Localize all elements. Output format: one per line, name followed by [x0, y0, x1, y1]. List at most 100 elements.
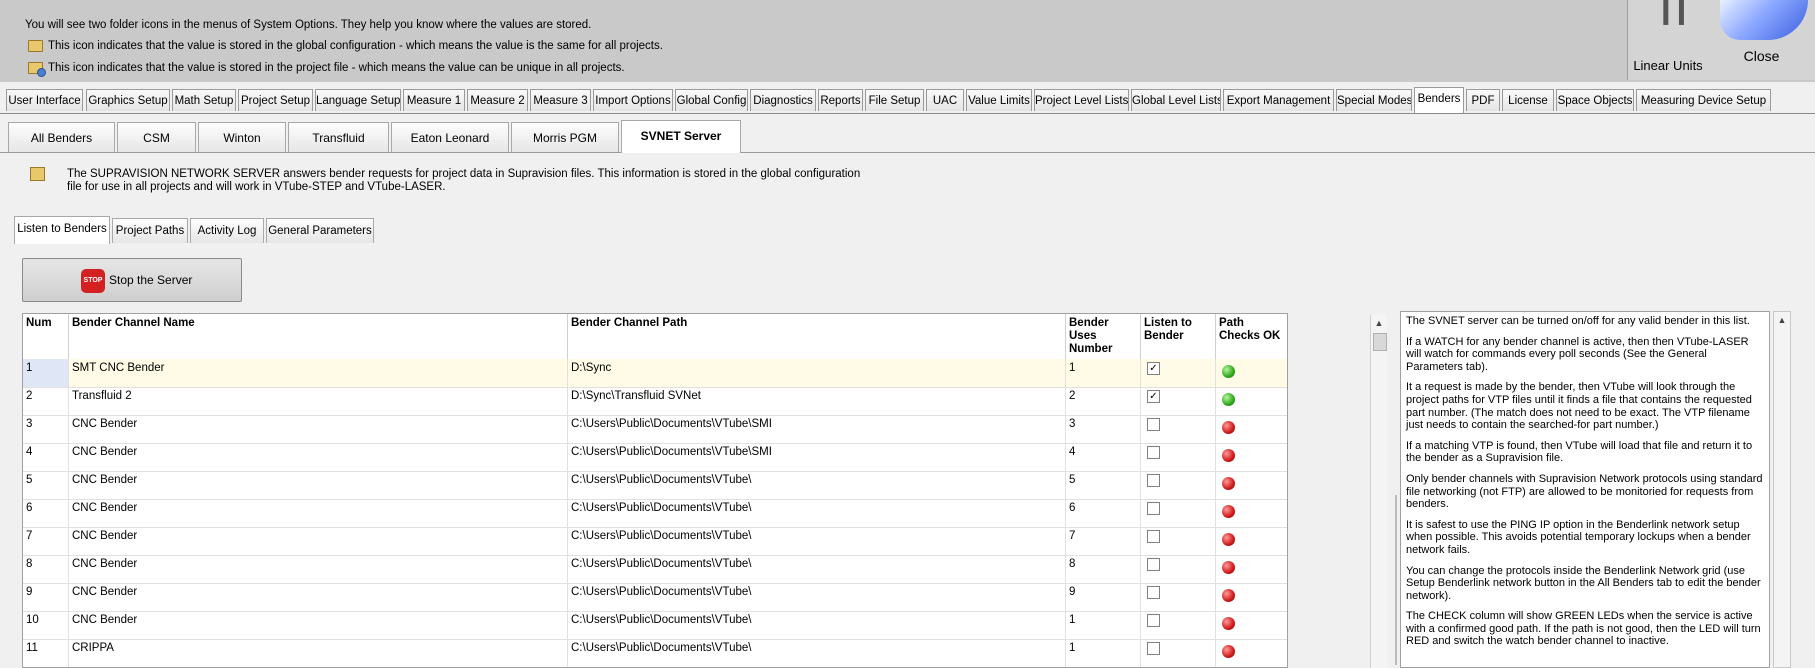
table-row[interactable]: 11 CRIPPA C:\Users\Public\Documents\VTube\… — [23, 639, 1287, 667]
row-channel-name[interactable]: CNC Bender — [69, 415, 568, 443]
row-channel-path[interactable]: C:\Users\Public\Documents\VTube\ — [568, 471, 1066, 499]
row-uses-number[interactable]: 1 — [1066, 639, 1141, 667]
listen-checkbox[interactable]: ✓ — [1147, 390, 1160, 403]
row-channel-path[interactable]: C:\Users\Public\Documents\VTube\SMI — [568, 443, 1066, 471]
row-channel-path[interactable]: C:\Users\Public\Documents\VTube\SMI — [568, 415, 1066, 443]
tab-listen-to-benders[interactable]: Listen to Benders — [14, 216, 110, 244]
tab-math-setup[interactable]: Math Setup — [172, 89, 236, 111]
row-channel-path[interactable]: C:\Users\Public\Documents\VTube\ — [568, 639, 1066, 667]
scroll-thumb[interactable] — [1373, 333, 1387, 351]
tab-export-management[interactable]: Export Management — [1223, 89, 1334, 111]
row-channel-path[interactable]: C:\Users\Public\Documents\VTube\ — [568, 555, 1066, 583]
row-channel-name[interactable]: CRIPPA — [69, 639, 568, 667]
row-uses-number[interactable]: 1 — [1066, 359, 1141, 387]
table-row[interactable]: 1 SMT CNC Bender D:\Sync 1 ✓ — [23, 359, 1287, 388]
row-channel-path[interactable]: D:\Sync\Transfluid SVNet — [568, 387, 1066, 415]
header-path-checks[interactable]: Path Checks OK — [1216, 314, 1287, 359]
row-uses-number[interactable]: 8 — [1066, 555, 1141, 583]
close-button[interactable]: Close — [1708, 0, 1815, 80]
tab-benders[interactable]: Benders — [1414, 87, 1464, 113]
row-num[interactable]: 2 — [23, 387, 69, 415]
row-num[interactable]: 1 — [23, 359, 69, 387]
listen-checkbox[interactable] — [1147, 446, 1160, 459]
tab-all-benders[interactable]: All Benders — [8, 122, 115, 152]
tab-winton[interactable]: Winton — [198, 122, 286, 152]
notes-scrollbar[interactable]: ▲ — [1773, 311, 1791, 668]
row-channel-name[interactable]: Transfluid 2 — [69, 387, 568, 415]
row-num[interactable]: 8 — [23, 555, 69, 583]
tab-eaton-leonard[interactable]: Eaton Leonard — [391, 122, 509, 152]
tab-graphics-setup[interactable]: Graphics Setup — [86, 89, 170, 111]
tab-global-config[interactable]: Global Config — [675, 89, 748, 111]
row-num[interactable]: 3 — [23, 415, 69, 443]
row-channel-path[interactable]: D:\Sync — [568, 359, 1066, 387]
row-uses-number[interactable]: 2 — [1066, 387, 1141, 415]
tab-general-parameters[interactable]: General Parameters — [266, 218, 374, 243]
row-channel-path[interactable]: C:\Users\Public\Documents\VTube\ — [568, 583, 1066, 611]
listen-checkbox[interactable] — [1147, 558, 1160, 571]
tab-csm[interactable]: CSM — [117, 122, 196, 152]
header-channel-name[interactable]: Bender Channel Name — [69, 314, 568, 359]
row-num[interactable]: 6 — [23, 499, 69, 527]
row-num[interactable]: 9 — [23, 583, 69, 611]
listen-checkbox[interactable] — [1147, 502, 1160, 515]
row-channel-name[interactable]: CNC Bender — [69, 583, 568, 611]
tab-import-options[interactable]: Import Options — [593, 89, 673, 111]
panel-splitter[interactable] — [1395, 495, 1397, 665]
row-num[interactable]: 7 — [23, 527, 69, 555]
scroll-up-icon[interactable]: ▲ — [1774, 312, 1790, 328]
table-row[interactable]: 2 Transfluid 2 D:\Sync\Transfluid SVNet 2 ✓ — [23, 387, 1287, 416]
table-row[interactable]: 10 CNC Bender C:\Users\Public\Documents\VT… — [23, 611, 1287, 640]
table-row[interactable]: 4 CNC Bender C:\Users\Public\Documents\VTu… — [23, 443, 1287, 472]
row-uses-number[interactable]: 1 — [1066, 611, 1141, 639]
table-row[interactable]: 7 CNC Bender C:\Users\Public\Documents\VTu… — [23, 527, 1287, 556]
row-uses-number[interactable]: 5 — [1066, 471, 1141, 499]
linear-units-button[interactable]: ┃┃ Linear Units — [1627, 0, 1709, 80]
listen-checkbox[interactable] — [1147, 642, 1160, 655]
row-num[interactable]: 10 — [23, 611, 69, 639]
row-channel-name[interactable]: CNC Bender — [69, 499, 568, 527]
tab-measure-3[interactable]: Measure 3 — [530, 89, 591, 111]
table-row[interactable]: 6 CNC Bender C:\Users\Public\Documents\VTu… — [23, 499, 1287, 528]
row-uses-number[interactable]: 4 — [1066, 443, 1141, 471]
row-channel-path[interactable]: C:\Users\Public\Documents\VTube\ — [568, 499, 1066, 527]
listen-checkbox[interactable]: ✓ — [1147, 362, 1160, 375]
tab-project-setup[interactable]: Project Setup — [238, 89, 313, 111]
row-channel-name[interactable]: CNC Bender — [69, 471, 568, 499]
tab-transfluid[interactable]: Transfluid — [288, 122, 389, 152]
listen-checkbox[interactable] — [1147, 418, 1160, 431]
tab-measure-2[interactable]: Measure 2 — [467, 89, 528, 111]
table-row[interactable]: 5 CNC Bender C:\Users\Public\Documents\VTu… — [23, 471, 1287, 500]
stop-server-button[interactable]: STOP Stop the Server — [22, 258, 242, 302]
tab-special-modes[interactable]: Special Modes — [1336, 89, 1412, 111]
tab-space-objects[interactable]: Space Objects — [1556, 89, 1634, 111]
tab-project-level-lists[interactable]: Project Level Lists — [1034, 89, 1129, 111]
tab-user-interface[interactable]: User Interface — [6, 89, 83, 111]
listen-checkbox[interactable] — [1147, 614, 1160, 627]
table-row[interactable]: 3 CNC Bender C:\Users\Public\Documents\VTu… — [23, 415, 1287, 444]
header-num[interactable]: Num — [23, 314, 69, 359]
listen-checkbox[interactable] — [1147, 474, 1160, 487]
tab-reports[interactable]: Reports — [818, 89, 863, 111]
tab-diagnostics[interactable]: Diagnostics — [750, 89, 816, 111]
tab-value-limits[interactable]: Value Limits — [966, 89, 1032, 111]
tab-pdf[interactable]: PDF — [1466, 89, 1500, 111]
row-channel-name[interactable]: CNC Bender — [69, 527, 568, 555]
row-uses-number[interactable]: 3 — [1066, 415, 1141, 443]
scroll-up-icon[interactable]: ▲ — [1371, 315, 1387, 331]
listen-checkbox[interactable] — [1147, 586, 1160, 599]
tab-language-setup[interactable]: Language Setup — [315, 89, 401, 111]
tab-global-level-lists[interactable]: Global Level Lists — [1131, 89, 1221, 111]
tab-measuring-device-setup[interactable]: Measuring Device Setup — [1636, 89, 1771, 111]
row-num[interactable]: 11 — [23, 639, 69, 667]
table-row[interactable]: 9 CNC Bender C:\Users\Public\Documents\VTu… — [23, 583, 1287, 612]
tab-measure-1[interactable]: Measure 1 — [403, 89, 465, 111]
row-channel-path[interactable]: C:\Users\Public\Documents\VTube\ — [568, 527, 1066, 555]
header-listen[interactable]: Listen to Bender — [1141, 314, 1216, 359]
row-num[interactable]: 4 — [23, 443, 69, 471]
row-channel-name[interactable]: SMT CNC Bender — [69, 359, 568, 387]
row-channel-name[interactable]: CNC Bender — [69, 611, 568, 639]
row-uses-number[interactable]: 9 — [1066, 583, 1141, 611]
tab-uac[interactable]: UAC — [926, 89, 964, 111]
tab-morris-pgm[interactable]: Morris PGM — [511, 122, 619, 152]
